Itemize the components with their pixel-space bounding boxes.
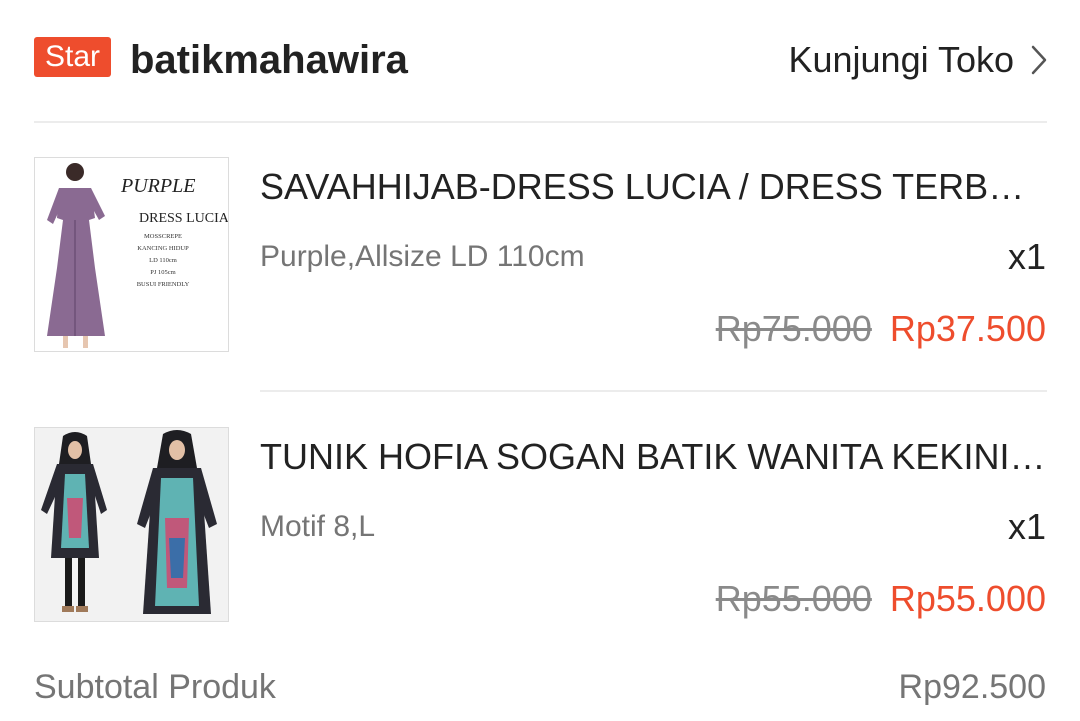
product-title[interactable]: SAVAHHIJAB-DRESS LUCIA / DRESS TERBARU [260,157,1046,217]
product-title[interactable]: TUNIK HOFIA SOGAN BATIK WANITA KEKINIAN [260,427,1046,487]
thumb-spec: KANCING HIDUP [137,245,189,252]
thumb-spec: BUSUI FRIENDLY [137,281,190,288]
star-seller-badge: Star [34,37,112,77]
subtotal-value: Rp92.500 [898,668,1046,706]
thumb-spec: PJ 105cm [150,269,175,276]
shop-name[interactable]: batikmahawira [130,36,408,84]
visit-shop-link[interactable]: Kunjungi Toko [788,36,1048,84]
price-row: Rp75.000 Rp37.500 [716,299,1046,359]
thumb-spec: LD 110cm [149,257,177,264]
product-quantity: x1 [1007,506,1046,547]
discounted-price: Rp37.500 [889,308,1046,349]
product-variant: Motif 8,L [260,510,376,543]
original-price: Rp55.000 [715,578,872,619]
thumb-product-name: DRESS LUCIA [139,211,228,226]
order-item[interactable]: TUNIK HOFIA SOGAN BATIK WANITA KEKINIAN … [0,427,1080,657]
product-thumbnail[interactable] [34,427,229,622]
visit-shop-label: Kunjungi Toko [788,39,1014,80]
thumb-spec: MOSSCREPE [144,233,182,240]
chevron-right-icon [1030,44,1048,76]
product-thumbnail[interactable]: PURPLE DRESS LUCIA MOSSCREPE KANCING HID… [34,157,229,352]
discounted-price: Rp55.000 [889,578,1046,619]
original-price: Rp75.000 [715,308,872,349]
product-variant: Purple,Allsize LD 110cm [260,240,585,273]
shop-header: Star batikmahawira Kunjungi Toko [0,0,1080,122]
divider [34,121,1047,123]
subtotal-label: Subtotal Produk [34,668,276,706]
divider [260,390,1047,392]
product-quantity: x1 [1007,236,1046,277]
subtotal-row: Subtotal Produk Rp92.500 [0,660,1080,714]
thumb-color-name: PURPLE [120,175,195,197]
order-item[interactable]: PURPLE DRESS LUCIA MOSSCREPE KANCING HID… [0,157,1080,387]
price-row: Rp55.000 Rp55.000 [716,569,1046,629]
